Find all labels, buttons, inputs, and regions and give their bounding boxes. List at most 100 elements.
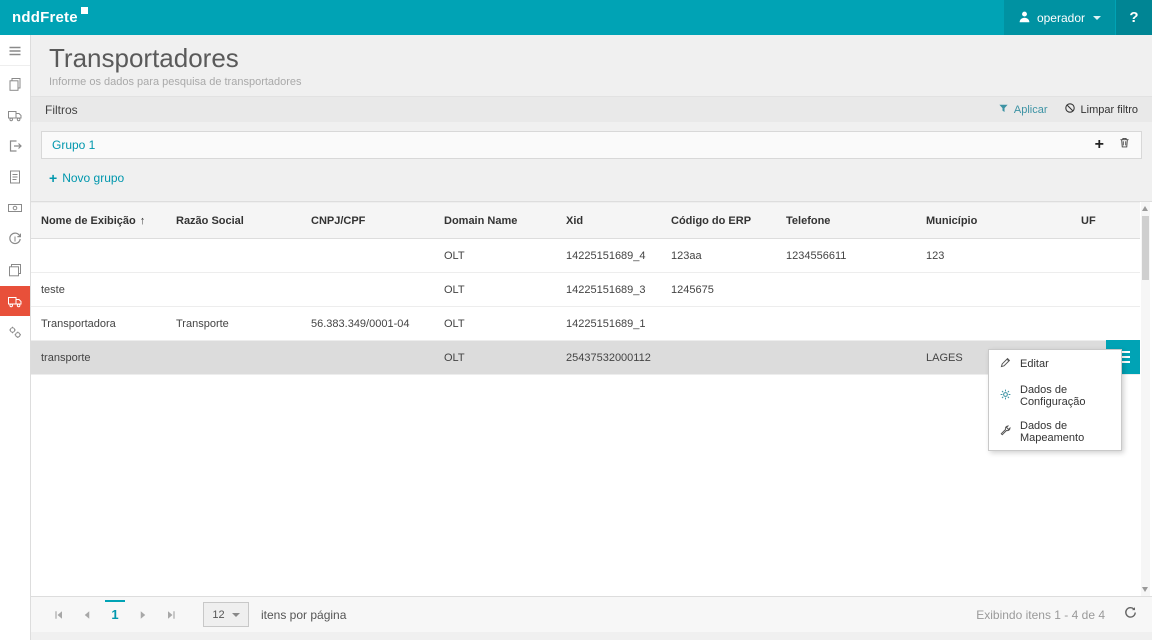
- chevron-down-icon: [1093, 16, 1101, 20]
- clear-filter-label: Limpar filtro: [1081, 104, 1138, 116]
- column-header-municipio[interactable]: Município: [918, 203, 1073, 239]
- context-menu-config[interactable]: Dados de Configuração: [989, 378, 1121, 414]
- sidebar-item-sync[interactable]: [0, 224, 30, 254]
- funnel-icon: [998, 103, 1009, 117]
- cell: [778, 341, 918, 375]
- help-button[interactable]: ?: [1116, 0, 1152, 35]
- filters-title: Filtros: [45, 103, 78, 117]
- sort-asc-icon: ↑: [140, 215, 146, 227]
- pagination-bar: 1 12 itens por página Exibindo itens 1 -…: [31, 596, 1152, 632]
- new-group-button[interactable]: + Novo grupo: [49, 170, 124, 186]
- cell: [918, 307, 1073, 341]
- add-filter-button[interactable]: +: [1095, 137, 1104, 153]
- cell: 14225151689_3: [558, 273, 663, 307]
- page-size-select[interactable]: 12: [203, 602, 249, 627]
- sidebar-item-copy[interactable]: [0, 69, 30, 99]
- next-page-button[interactable]: [129, 603, 157, 627]
- cell: 56.383.349/0001-04: [303, 307, 436, 341]
- cell: Transporte: [168, 307, 303, 341]
- sidebar-item-menu[interactable]: [0, 36, 30, 66]
- column-header-razao[interactable]: Razão Social: [168, 203, 303, 239]
- brand-logo: nddFrete: [12, 9, 88, 26]
- plus-icon: +: [49, 170, 57, 186]
- row-context-menu: Editar Dados de Configuração Dados de Ma…: [988, 349, 1122, 451]
- apply-filter-button[interactable]: Aplicar: [998, 103, 1048, 117]
- column-header-nome[interactable]: Nome de Exibição↑: [31, 203, 168, 239]
- brand-text: nddFrete: [12, 9, 78, 26]
- first-page-button[interactable]: [45, 603, 73, 627]
- cell: 1245675: [663, 273, 778, 307]
- table-header-row: Nome de Exibição↑ Razão Social CNPJ/CPF …: [31, 203, 1140, 239]
- sidebar-item-export[interactable]: [0, 131, 30, 161]
- last-page-button[interactable]: [157, 603, 185, 627]
- column-header-cnpj[interactable]: CNPJ/CPF: [303, 203, 436, 239]
- sidebar-item-reports[interactable]: [0, 255, 30, 285]
- cell: [778, 307, 918, 341]
- cell: Transportadora: [31, 307, 168, 341]
- cell: 14225151689_4: [558, 239, 663, 273]
- user-menu[interactable]: operador: [1004, 0, 1115, 35]
- cell: OLT: [436, 307, 558, 341]
- trash-icon[interactable]: [1118, 136, 1131, 154]
- sync-icon: [7, 231, 23, 247]
- sidebar-item-billing[interactable]: [0, 193, 30, 223]
- cell: 25437532000112: [558, 341, 663, 375]
- scroll-up-icon[interactable]: [1142, 206, 1148, 211]
- main-content: Transportadores Informe os dados para pe…: [31, 35, 1152, 640]
- cell: 123aa: [663, 239, 778, 273]
- column-header-domain[interactable]: Domain Name: [436, 203, 558, 239]
- cell: [1073, 273, 1140, 307]
- column-header-erp[interactable]: Código do ERP: [663, 203, 778, 239]
- money-icon: [7, 200, 23, 216]
- copy-icon: [7, 76, 23, 92]
- user-label: operador: [1037, 11, 1085, 25]
- user-icon: [1018, 10, 1031, 26]
- prev-page-button[interactable]: [73, 603, 101, 627]
- cell: 1234556611: [778, 239, 918, 273]
- sidebar-item-document[interactable]: [0, 162, 30, 192]
- table-row-selected[interactable]: transporte OLT 25437532000112 LAGES: [31, 341, 1140, 375]
- menu-icon: [7, 43, 23, 59]
- context-menu-edit-label: Editar: [1020, 358, 1049, 370]
- cell: [918, 273, 1073, 307]
- sidebar: [0, 35, 31, 640]
- scrollbar-thumb[interactable]: [1142, 216, 1149, 280]
- refresh-button[interactable]: [1123, 605, 1138, 625]
- top-bar: nddFrete operador ?: [0, 0, 1152, 35]
- sidebar-item-carriers[interactable]: [0, 286, 30, 316]
- column-header-xid[interactable]: Xid: [558, 203, 663, 239]
- table-row[interactable]: OLT 14225151689_4 123aa 1234556611 123: [31, 239, 1140, 273]
- context-menu-mapping[interactable]: Dados de Mapeamento: [989, 414, 1121, 450]
- filter-group-row[interactable]: Grupo 1 +: [41, 131, 1142, 159]
- current-page[interactable]: 1: [101, 607, 129, 622]
- table-row[interactable]: Transportadora Transporte 56.383.349/000…: [31, 307, 1140, 341]
- cell: 123: [918, 239, 1073, 273]
- cell: [663, 307, 778, 341]
- scroll-down-icon[interactable]: [1142, 587, 1148, 592]
- cell: teste: [31, 273, 168, 307]
- column-header-uf[interactable]: UF: [1073, 203, 1140, 239]
- cell: [303, 273, 436, 307]
- sidebar-item-settings[interactable]: [0, 317, 30, 347]
- cell: OLT: [436, 239, 558, 273]
- context-menu-mapping-label: Dados de Mapeamento: [1020, 420, 1111, 444]
- table-row[interactable]: teste OLT 14225151689_3 1245675: [31, 273, 1140, 307]
- context-menu-config-label: Dados de Configuração: [1020, 384, 1111, 408]
- pagination-summary: Exibindo itens 1 - 4 de 4: [976, 608, 1105, 622]
- chevron-down-icon: [232, 613, 240, 617]
- context-menu-edit[interactable]: Editar: [989, 350, 1121, 378]
- filter-group-name: Grupo 1: [52, 138, 95, 152]
- new-group-label: Novo grupo: [62, 171, 124, 185]
- sidebar-item-truck[interactable]: [0, 100, 30, 130]
- filters-bar: Filtros Aplicar Limpar filtro: [31, 96, 1152, 122]
- column-header-telefone[interactable]: Telefone: [778, 203, 918, 239]
- cell: [778, 273, 918, 307]
- brand-flag-icon: [81, 7, 88, 14]
- cell: [168, 239, 303, 273]
- wrench-icon: [999, 424, 1012, 440]
- clear-filter-button[interactable]: Limpar filtro: [1064, 102, 1138, 117]
- cell: [663, 341, 778, 375]
- slash-circle-icon: [1064, 102, 1076, 117]
- table-scrollbar[interactable]: [1141, 202, 1150, 596]
- cell: [303, 239, 436, 273]
